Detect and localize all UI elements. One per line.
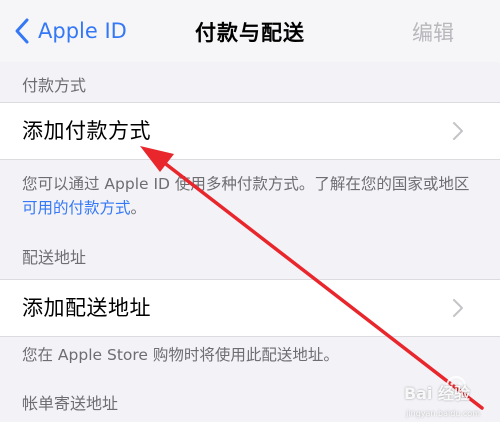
add-shipping-address-cell[interactable]: 添加配送地址 bbox=[0, 279, 500, 337]
watermark-domain: jingyan.baidu.com bbox=[406, 409, 480, 418]
add-payment-method-cell[interactable]: 添加付款方式 bbox=[0, 102, 500, 160]
shipping-footer-note: 您在 Apple Store 购物时将使用此配送地址。 bbox=[22, 346, 339, 364]
billing-section-header: 帐单寄送地址 bbox=[22, 394, 119, 413]
chevron-right-icon bbox=[453, 299, 463, 317]
edit-button[interactable]: 编辑 bbox=[412, 17, 454, 47]
payment-note-suffix: 。 bbox=[130, 199, 147, 217]
navigation-bar: Apple ID 付款与配送 编辑 bbox=[0, 0, 500, 62]
add-payment-method-label: 添加付款方式 bbox=[22, 119, 151, 143]
payment-note-text: 您可以通过 Apple ID 使用多种付款方式。了解在您的国家或地区 bbox=[22, 175, 470, 193]
payment-section-header: 付款方式 bbox=[22, 76, 87, 95]
payment-footer-note: 您可以通过 Apple ID 使用多种付款方式。了解在您的国家或地区可用的付款方… bbox=[22, 172, 472, 220]
shipping-section-header: 配送地址 bbox=[22, 248, 87, 267]
watermark-brand: Bai 经验 bbox=[403, 384, 470, 403]
chevron-right-icon bbox=[453, 122, 463, 140]
available-payment-methods-link[interactable]: 可用的付款方式 bbox=[22, 199, 131, 217]
add-shipping-address-label: 添加配送地址 bbox=[22, 296, 151, 320]
